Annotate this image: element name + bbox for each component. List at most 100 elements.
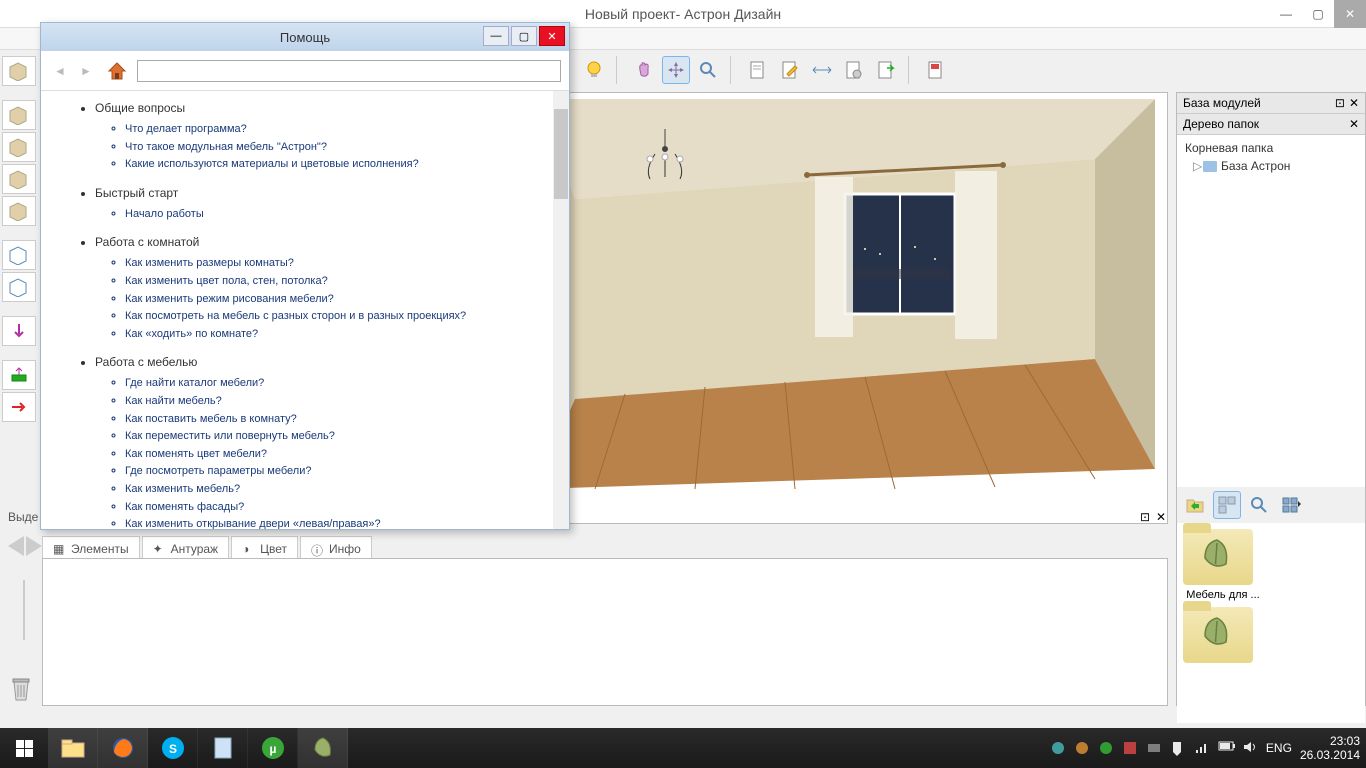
tray-volume-icon[interactable] (1242, 740, 1258, 756)
box-tool-5[interactable] (2, 196, 36, 226)
tray-icon-1[interactable] (1050, 740, 1066, 756)
help-titlebar[interactable]: Помощь — ▢ ✕ (41, 23, 569, 51)
taskbar-explorer[interactable] (48, 728, 98, 768)
dimensions-icon[interactable] (808, 56, 836, 84)
tray-action-center-icon[interactable] (1170, 740, 1186, 756)
help-link[interactable]: Как изменить открывание двери «левая/пра… (125, 516, 553, 529)
close-button[interactable]: ✕ (1334, 0, 1366, 28)
help-link[interactable]: Как посмотреть на мебель с разных сторон… (125, 308, 553, 326)
help-link[interactable]: Как найти мебель? (125, 393, 553, 411)
help-forward-button[interactable]: ► (75, 60, 97, 82)
help-link[interactable]: Как «ходить» по комнате? (125, 326, 553, 344)
expand-icon[interactable]: ▷ (1193, 159, 1203, 173)
wireframe-tool-2[interactable] (2, 272, 36, 302)
tab-entourage-label: Антураж (171, 542, 219, 556)
palette-next[interactable] (26, 536, 42, 556)
help-link[interactable]: Какие используются материалы и цветовые … (125, 156, 553, 174)
help-section-title: Общие вопросы (95, 101, 553, 115)
help-maximize-button[interactable]: ▢ (511, 26, 537, 46)
help-minimize-button[interactable]: — (483, 26, 509, 46)
thumb-search-icon[interactable] (1245, 491, 1273, 519)
tab-elements[interactable]: ▦Элементы (42, 536, 140, 560)
help-section-title: Работа с комнатой (95, 235, 553, 249)
svg-text:S: S (168, 742, 176, 756)
tray-icon-5[interactable] (1146, 740, 1162, 756)
thumb-folder-1[interactable]: Мебель для ... (1183, 529, 1263, 601)
help-link[interactable]: Где найти каталог мебели? (125, 375, 553, 393)
thumb-open-icon[interactable] (1181, 491, 1209, 519)
tab-entourage[interactable]: ✦ Антураж (142, 536, 230, 560)
green-up-tool[interactable] (2, 360, 36, 390)
tab-info[interactable]: ⓘИнфо (300, 536, 372, 560)
start-button[interactable] (0, 728, 48, 768)
document-icon[interactable] (744, 56, 772, 84)
help-link[interactable]: Как поставить мебель в комнату? (125, 411, 553, 429)
tab-color[interactable]: ◑Цвет (231, 536, 298, 560)
thumb-folder-2[interactable] (1183, 607, 1263, 663)
tray-language[interactable]: ENG (1266, 741, 1292, 755)
grid-icon: ▦ (53, 542, 67, 556)
help-link[interactable]: Как переместить или повернуть мебель? (125, 428, 553, 446)
thumb-view-icon[interactable] (1277, 491, 1305, 519)
tree-close-icon[interactable]: ✕ (1349, 117, 1359, 131)
panel-close-icon-2[interactable]: ✕ (1349, 96, 1359, 110)
help-link[interactable]: Что делает программа? (125, 121, 553, 139)
lightbulb-icon[interactable] (580, 56, 608, 84)
edit-document-icon[interactable] (776, 56, 804, 84)
tab-info-label: Инфо (329, 542, 361, 556)
help-link[interactable]: Где посмотреть параметры мебели? (125, 463, 553, 481)
box-tool-3[interactable] (2, 132, 36, 162)
move-arrows-icon[interactable] (662, 56, 690, 84)
taskbar-skype[interactable]: S (148, 728, 198, 768)
help-link[interactable]: Начало работы (125, 206, 553, 224)
help-link[interactable]: Как поменять фасады? (125, 499, 553, 517)
help-scrollbar[interactable] (553, 91, 569, 529)
help-link[interactable]: Как изменить цвет пола, стен, потолка? (125, 273, 553, 291)
down-arrow-tool[interactable] (2, 316, 36, 346)
box-tool-4[interactable] (2, 164, 36, 194)
taskbar-astron[interactable] (298, 728, 348, 768)
help-link[interactable]: Что такое модульная мебель "Астрон"? (125, 139, 553, 157)
help-search-input[interactable] (137, 60, 561, 82)
panel-close-icon[interactable]: ✕ (1156, 510, 1166, 524)
tray-icon-4[interactable] (1122, 740, 1138, 756)
tray-network-icon[interactable] (1194, 740, 1210, 756)
trash-icon[interactable] (10, 676, 34, 704)
zoom-slider[interactable] (12, 580, 36, 660)
export-icon[interactable] (872, 56, 900, 84)
main-window-title: Новый проект- Астрон Дизайн (585, 6, 781, 22)
taskbar-firefox[interactable] (98, 728, 148, 768)
maximize-button[interactable]: ▢ (1302, 0, 1334, 28)
help-back-button[interactable]: ◄ (49, 60, 71, 82)
tray-icon-3[interactable] (1098, 740, 1114, 756)
help-link[interactable]: Как изменить режим рисования мебели? (125, 291, 553, 309)
tray-icon-2[interactable] (1074, 740, 1090, 756)
help-home-button[interactable] (105, 59, 129, 83)
help-link[interactable]: Как поменять цвет мебели? (125, 446, 553, 464)
wireframe-tool-1[interactable] (2, 240, 36, 270)
tree-root[interactable]: Корневая папка (1181, 139, 1361, 157)
tray-clock[interactable]: 23:03 26.03.2014 (1300, 734, 1360, 763)
red-right-tool[interactable] (2, 392, 36, 422)
modules-panel: База модулей ⊡✕ Дерево папок ✕ Корневая … (1176, 92, 1366, 706)
help-link[interactable]: Как изменить мебель? (125, 481, 553, 499)
box-tool-1[interactable] (2, 56, 36, 86)
document-red-icon[interactable] (922, 56, 950, 84)
tray-battery-icon[interactable] (1218, 740, 1234, 756)
thumb-caption-1: Мебель для ... (1183, 589, 1263, 601)
help-link[interactable]: Как изменить размеры комнаты? (125, 255, 553, 273)
help-close-button[interactable]: ✕ (539, 26, 565, 46)
document-gear-icon[interactable] (840, 56, 868, 84)
star-icon: ✦ (153, 542, 167, 556)
thumb-boxes-icon[interactable] (1213, 491, 1241, 519)
palette-prev[interactable] (8, 536, 24, 556)
minimize-button[interactable]: — (1270, 0, 1302, 28)
hand-pan-icon[interactable] (630, 56, 658, 84)
zoom-icon[interactable] (694, 56, 722, 84)
box-tool-2[interactable] (2, 100, 36, 130)
taskbar-utorrent[interactable]: µ (248, 728, 298, 768)
pin-icon[interactable]: ⊡ (1140, 510, 1150, 524)
taskbar-notepad[interactable] (198, 728, 248, 768)
panel-pin-icon[interactable]: ⊡ (1335, 96, 1345, 110)
tree-item-astron[interactable]: ▷База Астрон (1181, 157, 1361, 175)
